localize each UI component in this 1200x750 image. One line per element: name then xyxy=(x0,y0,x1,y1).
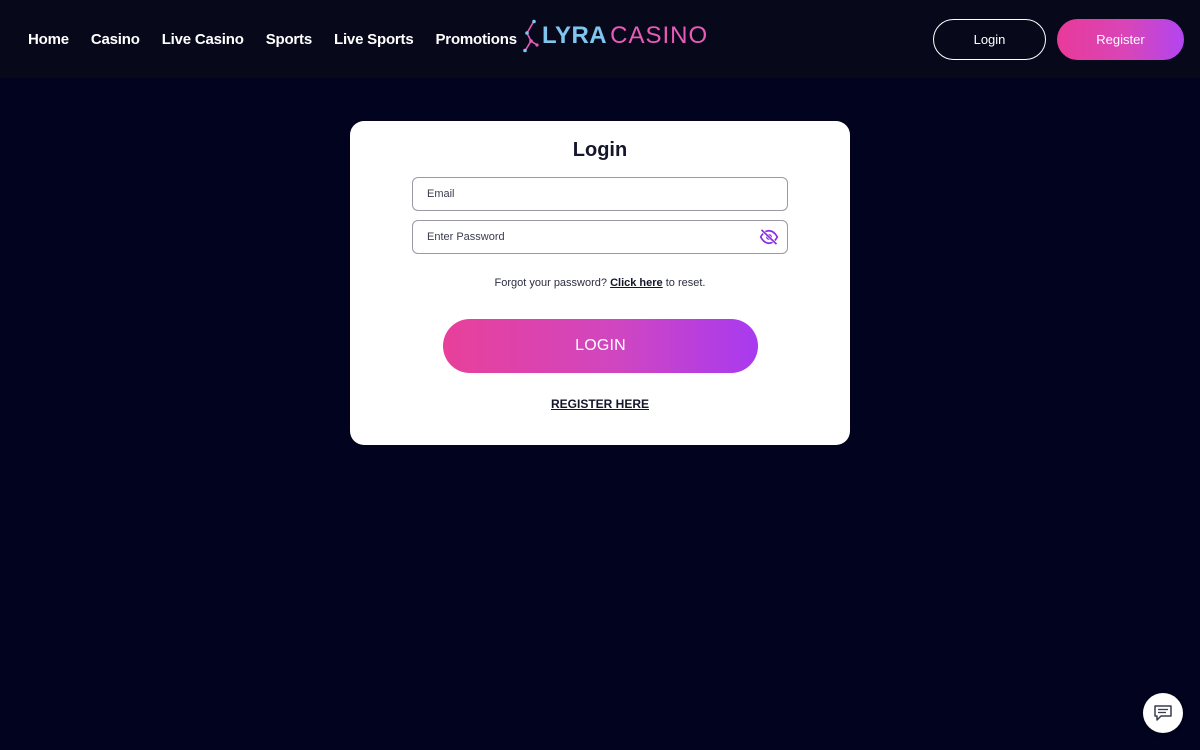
nav-promotions[interactable]: Promotions xyxy=(436,31,518,48)
password-field xyxy=(412,220,788,254)
nav-sports[interactable]: Sports xyxy=(266,31,313,48)
nav-live-sports[interactable]: Live Sports xyxy=(334,31,414,48)
email-field xyxy=(412,177,788,211)
nav-casino[interactable]: Casino xyxy=(91,31,140,48)
main-nav: Home Casino Live Casino Sports Live Spor… xyxy=(28,0,539,78)
login-card: Login Forgot your password? Click here t… xyxy=(350,121,850,445)
lyra-logo-icon xyxy=(523,19,539,53)
forgot-suffix: to reset. xyxy=(665,277,706,289)
logo-text-lyra: LYRA xyxy=(542,22,608,49)
eye-slash-icon[interactable] xyxy=(759,228,779,246)
logo-text-casino: CASINO xyxy=(610,22,709,49)
site-logo[interactable]: LYRA CASINO xyxy=(522,18,708,54)
register-here-link[interactable]: REGISTER HERE xyxy=(350,397,850,411)
login-submit-button[interactable]: LOGIN xyxy=(443,319,758,373)
chat-button[interactable] xyxy=(1143,693,1183,733)
password-input[interactable] xyxy=(413,221,787,253)
nav-live-casino[interactable]: Live Casino xyxy=(162,31,244,48)
forgot-prefix: Forgot your password? xyxy=(494,277,608,289)
header-register-button[interactable]: Register xyxy=(1057,19,1184,60)
site-header: Home Casino Live Casino Sports Live Spor… xyxy=(0,0,1200,78)
nav-home[interactable]: Home xyxy=(28,31,69,48)
reset-password-link[interactable]: Click here xyxy=(610,277,663,289)
header-login-button[interactable]: Login xyxy=(933,19,1046,60)
login-title: Login xyxy=(572,139,628,161)
email-input[interactable] xyxy=(413,178,787,210)
chat-icon xyxy=(1154,705,1172,721)
forgot-password-text: Forgot your password? Click here to rese… xyxy=(350,277,850,289)
